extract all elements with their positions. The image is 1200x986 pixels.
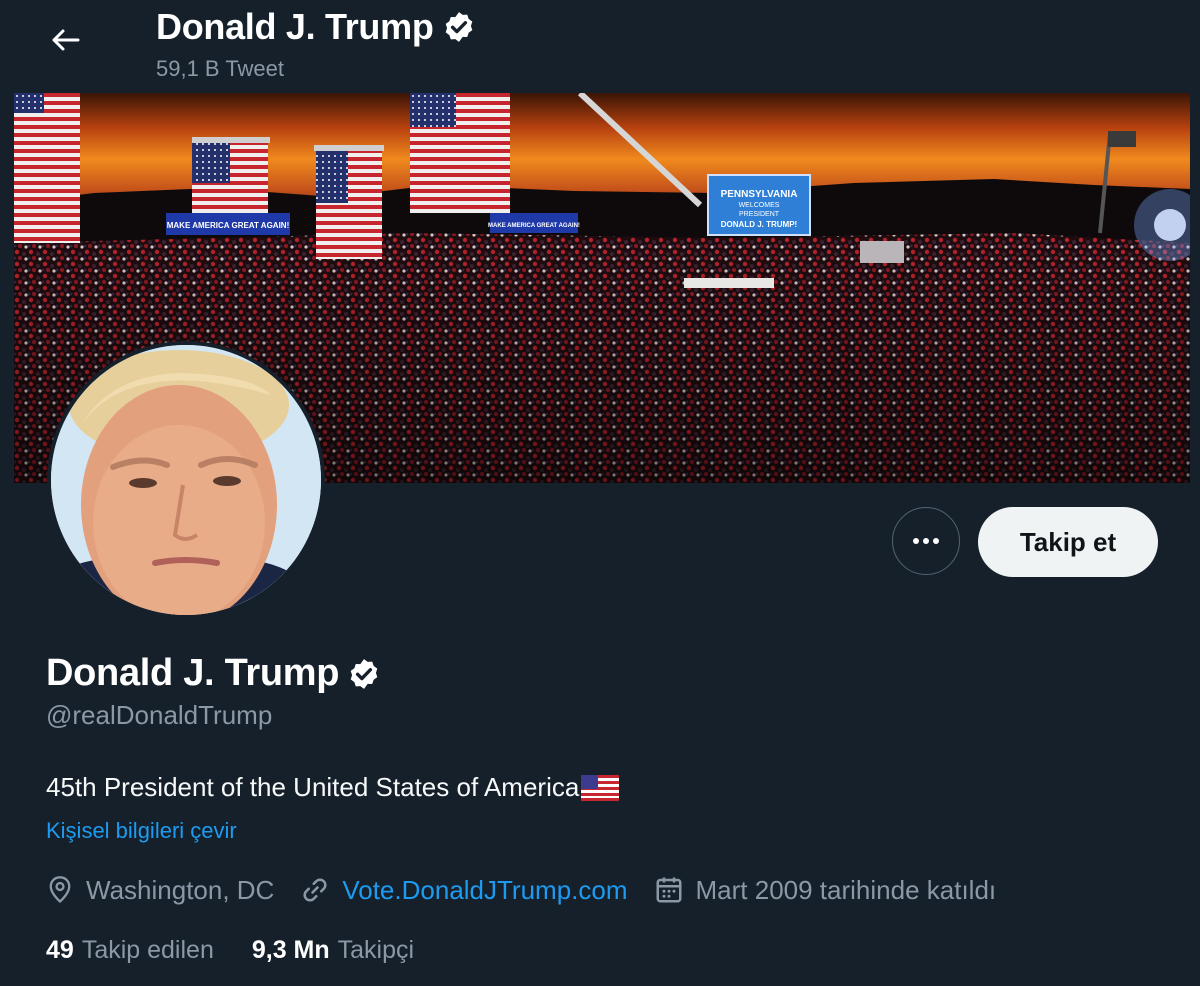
location-icon: [49, 876, 71, 904]
sign-center: MAKE AMERICA GREAT AGAIN!: [488, 223, 580, 229]
joined-item: Mart 2009 tarihinde katıldı: [654, 874, 997, 906]
back-button[interactable]: [40, 20, 90, 60]
header-name: Donald J. Trump: [156, 6, 434, 47]
following-count: 49: [46, 936, 74, 964]
profile-header: Donald J. Trump 59,1 B Tweet: [0, 0, 1200, 92]
tweet-count: 59,1 B Tweet: [156, 56, 285, 81]
avatar-image: [51, 345, 321, 615]
more-options-button[interactable]: [892, 507, 960, 575]
follow-button[interactable]: Takip et: [978, 507, 1158, 577]
translate-bio-link[interactable]: Kişisel bilgileri çevir: [46, 818, 237, 844]
display-name: Donald J. Trump: [46, 652, 340, 694]
location-item: Washington, DC: [46, 875, 274, 906]
profile-meta: Washington, DC Vote.DonaldJTrump.com Mar…: [46, 872, 1022, 908]
bio: 45th President of the United States of A…: [46, 772, 620, 803]
avatar[interactable]: [47, 341, 325, 619]
screen-line-4: DONALD J. TRUMP!: [721, 220, 797, 229]
sign-left: MAKE AMERICA GREAT AGAIN!: [167, 221, 290, 230]
website-link[interactable]: Vote.DonaldJTrump.com: [342, 875, 627, 906]
screen-line-3: PRESIDENT: [739, 211, 780, 218]
joined-text: Mart 2009 tarihinde katıldı: [695, 874, 997, 905]
follow-stats: 49 Takip edilen 9,3 Mn Takipçi: [46, 936, 452, 965]
us-flag-icon: [581, 774, 620, 801]
verified-badge-icon: [350, 658, 378, 689]
location-text: Washington, DC: [86, 874, 275, 905]
profile-name: Donald J. Trump: [46, 652, 381, 695]
followers-count: 9,3 Mn: [251, 936, 330, 964]
back-arrow-icon: [52, 29, 80, 51]
followers-link[interactable]: 9,3 Mn Takipçi: [252, 936, 414, 965]
verified-badge-icon: [445, 12, 472, 42]
following-link[interactable]: 49 Takip edilen: [46, 936, 214, 965]
link-icon: [303, 878, 327, 902]
screen-line-2: WELCOMES: [739, 202, 780, 209]
website-item: Vote.DonaldJTrump.com: [300, 875, 628, 906]
followers-label: Takipçi: [337, 936, 415, 964]
username-handle: @realDonaldTrump: [46, 700, 273, 730]
calendar-icon: [656, 877, 682, 903]
following-label: Takip edilen: [81, 936, 214, 964]
header-title: Donald J. Trump: [156, 6, 476, 48]
screen-line-1: PENNSYLVANIA: [721, 189, 798, 200]
more-icon: [913, 538, 939, 544]
bio-text: 45th President of the United States of A…: [46, 772, 580, 802]
